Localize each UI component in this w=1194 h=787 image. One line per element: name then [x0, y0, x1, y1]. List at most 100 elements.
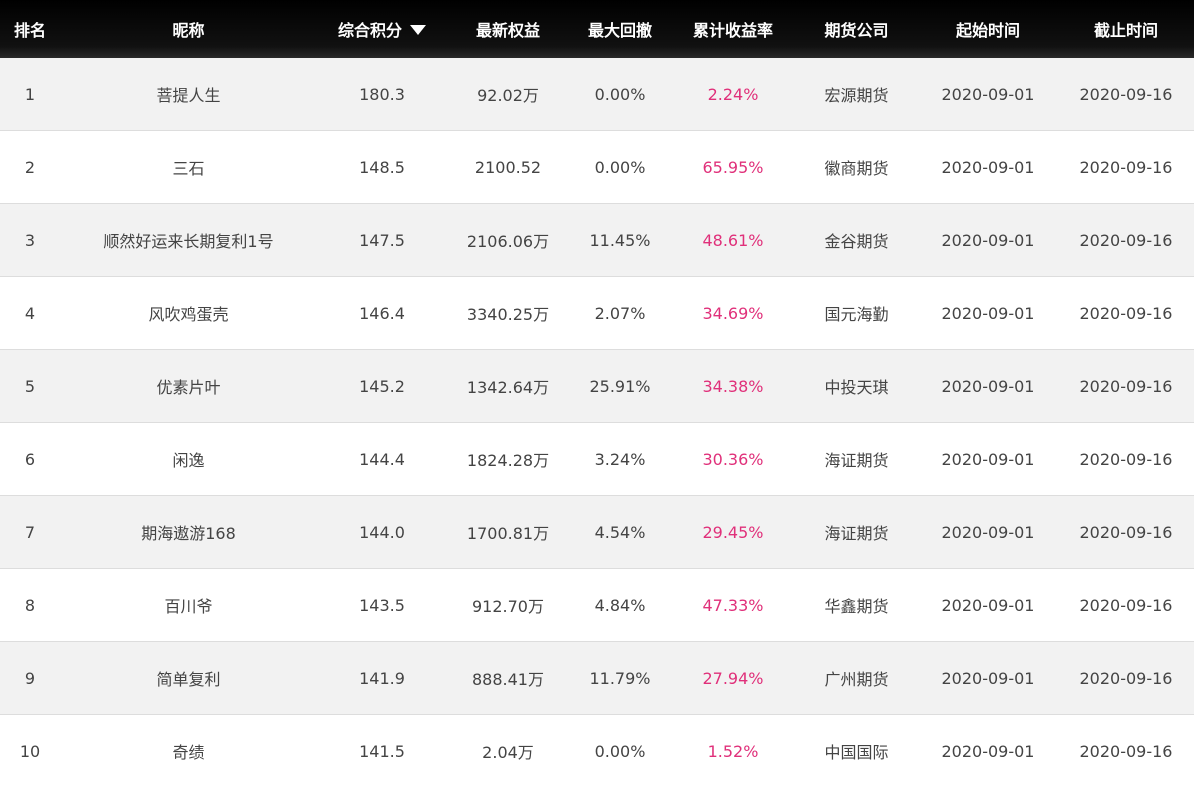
- start-date-cell: 2020-09-01: [941, 595, 1035, 615]
- table-row[interactable]: 10 奇绩 141.5 2.04万 0.00% 1.52% 中国国际 2020-09-01 20…: [0, 715, 1194, 787]
- header-start[interactable]: 起始时间: [918, 17, 1058, 41]
- table-body: 1 菩提人生 180.3 92.02万 0.00% 2.24% 宏源期货 2020-09-01…: [0, 58, 1194, 787]
- start-date-cell: 2020-09-01: [941, 157, 1035, 177]
- table-row[interactable]: 1 菩提人生 180.3 92.02万 0.00% 2.24% 宏源期货 2020-09-01…: [0, 58, 1194, 131]
- end-date-cell: 2020-09-16: [1079, 84, 1173, 104]
- equity-cell: 2106.06万: [466, 232, 550, 251]
- score-cell: 143.5: [359, 595, 405, 615]
- drawdown-cell: 2.07%: [594, 303, 646, 323]
- nickname-cell: 百川爷: [164, 597, 213, 616]
- drawdown-cell: 0.00%: [594, 157, 646, 177]
- table-row[interactable]: 3 顺然好运来长期复利1号 147.5 2106.06万 11.45% 48.61% 金谷期…: [0, 204, 1194, 277]
- drawdown-cell: 0.00%: [594, 84, 646, 104]
- start-date-cell: 2020-09-01: [941, 741, 1035, 761]
- return-cell: 29.45%: [702, 522, 764, 542]
- score-cell: 146.4: [359, 303, 405, 323]
- company-cell: 国元海勤: [824, 305, 889, 324]
- score-cell: 141.5: [359, 741, 405, 761]
- nickname-cell: 菩提人生: [156, 86, 221, 105]
- table-row[interactable]: 5 优素片叶 145.2 1342.64万 25.91% 34.38% 中投天琪 2020-0…: [0, 350, 1194, 423]
- return-cell: 34.69%: [702, 303, 764, 323]
- start-date-cell: 2020-09-01: [941, 303, 1035, 323]
- score-cell: 147.5: [359, 230, 405, 250]
- rank-cell: 5: [24, 376, 36, 396]
- end-date-cell: 2020-09-16: [1079, 230, 1173, 250]
- nickname-cell: 顺然好运来长期复利1号: [103, 232, 274, 251]
- end-date-cell: 2020-09-16: [1079, 741, 1173, 761]
- end-date-cell: 2020-09-16: [1079, 303, 1173, 323]
- rank-cell: 7: [24, 522, 36, 542]
- equity-cell: 1824.28万: [466, 451, 550, 470]
- header-drawdown[interactable]: 最大回撤: [569, 17, 671, 41]
- company-cell: 金谷期货: [824, 232, 889, 251]
- end-date-cell: 2020-09-16: [1079, 668, 1173, 688]
- table-row[interactable]: 4 风吹鸡蛋壳 146.4 3340.25万 2.07% 34.69% 国元海勤 2020-0…: [0, 277, 1194, 350]
- rank-cell: 2: [24, 157, 36, 177]
- table-row[interactable]: 7 期海遨游168 144.0 1700.81万 4.54% 29.45% 海证期货 2020…: [0, 496, 1194, 569]
- score-cell: 144.0: [359, 522, 405, 542]
- rank-cell: 8: [24, 595, 36, 615]
- table-header: 排名 昵称 综合积分 最新权益 最大回撤 累计收益率 期货公司 起始时间 截止时…: [0, 0, 1194, 58]
- header-company[interactable]: 期货公司: [795, 17, 918, 41]
- return-cell: 47.33%: [702, 595, 764, 615]
- return-cell: 2.24%: [707, 84, 759, 104]
- equity-cell: 2.04万: [482, 743, 534, 762]
- header-rank[interactable]: 排名: [0, 17, 60, 41]
- header-score[interactable]: 综合积分: [317, 17, 447, 41]
- equity-cell: 1700.81万: [466, 524, 550, 543]
- equity-cell: 888.41万: [472, 670, 544, 689]
- drawdown-cell: 11.45%: [589, 230, 651, 250]
- return-cell: 30.36%: [702, 449, 764, 469]
- drawdown-cell: 0.00%: [594, 741, 646, 761]
- header-end[interactable]: 截止时间: [1058, 17, 1194, 41]
- company-cell: 华鑫期货: [824, 597, 889, 616]
- start-date-cell: 2020-09-01: [941, 522, 1035, 542]
- return-cell: 27.94%: [702, 668, 764, 688]
- score-cell: 144.4: [359, 449, 405, 469]
- rank-cell: 10: [19, 741, 41, 761]
- ranking-table: 排名 昵称 综合积分 最新权益 最大回撤 累计收益率 期货公司 起始时间 截止时…: [0, 0, 1194, 787]
- score-cell: 180.3: [359, 84, 405, 104]
- score-cell: 145.2: [359, 376, 405, 396]
- nickname-cell: 风吹鸡蛋壳: [148, 305, 229, 324]
- nickname-cell: 奇绩: [172, 743, 205, 762]
- rank-cell: 4: [24, 303, 36, 323]
- sort-down-icon[interactable]: [410, 24, 426, 35]
- company-cell: 广州期货: [824, 670, 889, 689]
- start-date-cell: 2020-09-01: [941, 668, 1035, 688]
- start-date-cell: 2020-09-01: [941, 230, 1035, 250]
- header-return[interactable]: 累计收益率: [671, 17, 795, 41]
- equity-cell: 912.70万: [472, 597, 544, 616]
- drawdown-cell: 3.24%: [594, 449, 646, 469]
- header-nickname[interactable]: 昵称: [60, 17, 317, 41]
- end-date-cell: 2020-09-16: [1079, 157, 1173, 177]
- header-equity[interactable]: 最新权益: [447, 17, 569, 41]
- table-row[interactable]: 8 百川爷 143.5 912.70万 4.84% 47.33% 华鑫期货 2020-09-0…: [0, 569, 1194, 642]
- return-cell: 34.38%: [702, 376, 764, 396]
- rank-cell: 6: [24, 449, 36, 469]
- table-row[interactable]: 9 简单复利 141.9 888.41万 11.79% 27.94% 广州期货 2020-09…: [0, 642, 1194, 715]
- end-date-cell: 2020-09-16: [1079, 595, 1173, 615]
- company-cell: 海证期货: [824, 524, 889, 543]
- table-row[interactable]: 2 三石 148.5 2100.52 0.00% 65.95% 徽商期货 2020-09-01…: [0, 131, 1194, 204]
- nickname-cell: 闲逸: [172, 451, 205, 470]
- return-cell: 1.52%: [707, 741, 759, 761]
- drawdown-cell: 4.84%: [594, 595, 646, 615]
- table-row[interactable]: 6 闲逸 144.4 1824.28万 3.24% 30.36% 海证期货 2020-09-0…: [0, 423, 1194, 496]
- company-cell: 中投天琪: [824, 378, 889, 397]
- start-date-cell: 2020-09-01: [941, 449, 1035, 469]
- equity-cell: 1342.64万: [466, 378, 550, 397]
- rank-cell: 1: [24, 84, 36, 104]
- rank-cell: 3: [24, 230, 36, 250]
- start-date-cell: 2020-09-01: [941, 84, 1035, 104]
- company-cell: 徽商期货: [824, 159, 889, 178]
- end-date-cell: 2020-09-16: [1079, 449, 1173, 469]
- company-cell: 宏源期货: [824, 86, 889, 105]
- nickname-cell: 期海遨游168: [141, 524, 236, 543]
- return-cell: 48.61%: [702, 230, 764, 250]
- company-cell: 海证期货: [824, 451, 889, 470]
- header-score-label: 综合积分: [337, 21, 402, 40]
- nickname-cell: 三石: [172, 159, 205, 178]
- rank-cell: 9: [24, 668, 36, 688]
- equity-cell: 2100.52: [474, 157, 542, 177]
